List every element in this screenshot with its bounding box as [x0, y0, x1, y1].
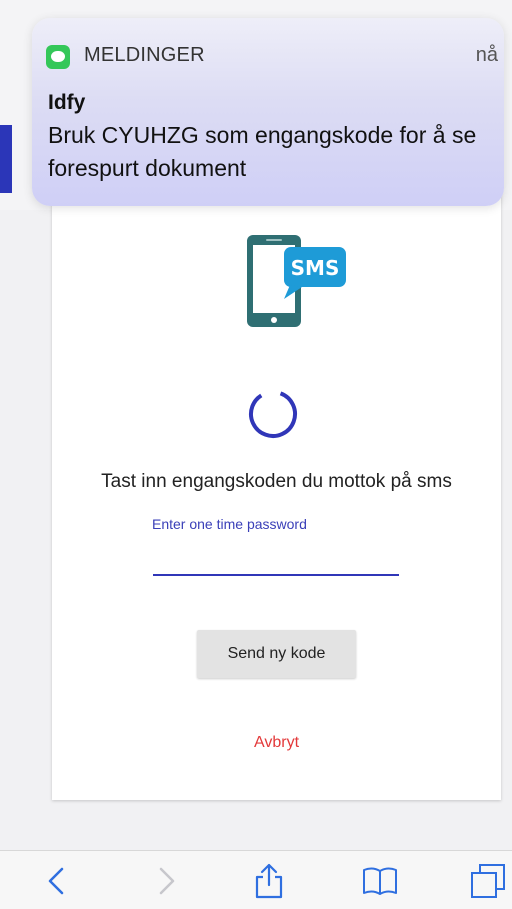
sms-badge-text: SMS — [291, 256, 340, 280]
notification-app-name: MELDINGER — [84, 44, 205, 66]
phone-sms-icon: SMS — [247, 235, 346, 327]
notification-sender: Idfy — [48, 91, 86, 114]
bookmarks-icon[interactable] — [360, 861, 400, 901]
cancel-link[interactable]: Avbryt — [52, 734, 501, 752]
header-accent-bar — [0, 125, 12, 193]
notification-time: nå — [475, 44, 498, 66]
otp-field-label: Enter one time password — [152, 516, 307, 532]
forward-icon — [159, 867, 175, 895]
resend-code-button[interactable]: Send ny kode — [197, 630, 356, 678]
browser-toolbar — [0, 850, 512, 909]
tabs-icon[interactable] — [468, 861, 508, 901]
otp-card: SMS Tast inn engangskoden du mottok på s… — [52, 150, 501, 800]
back-icon[interactable] — [38, 861, 78, 901]
share-icon[interactable] — [249, 861, 289, 901]
message-notification[interactable]: MELDINGER nå Idfy Bruk CYUHZG som engang… — [32, 18, 504, 206]
instruction-text: Tast inn engangskoden du mottok på sms — [101, 471, 452, 492]
notification-body: Bruk CYUHZG som engangskode for å se for… — [48, 122, 477, 181]
loading-spinner — [249, 390, 297, 438]
otp-input[interactable] — [153, 546, 399, 576]
messages-icon — [46, 45, 70, 69]
